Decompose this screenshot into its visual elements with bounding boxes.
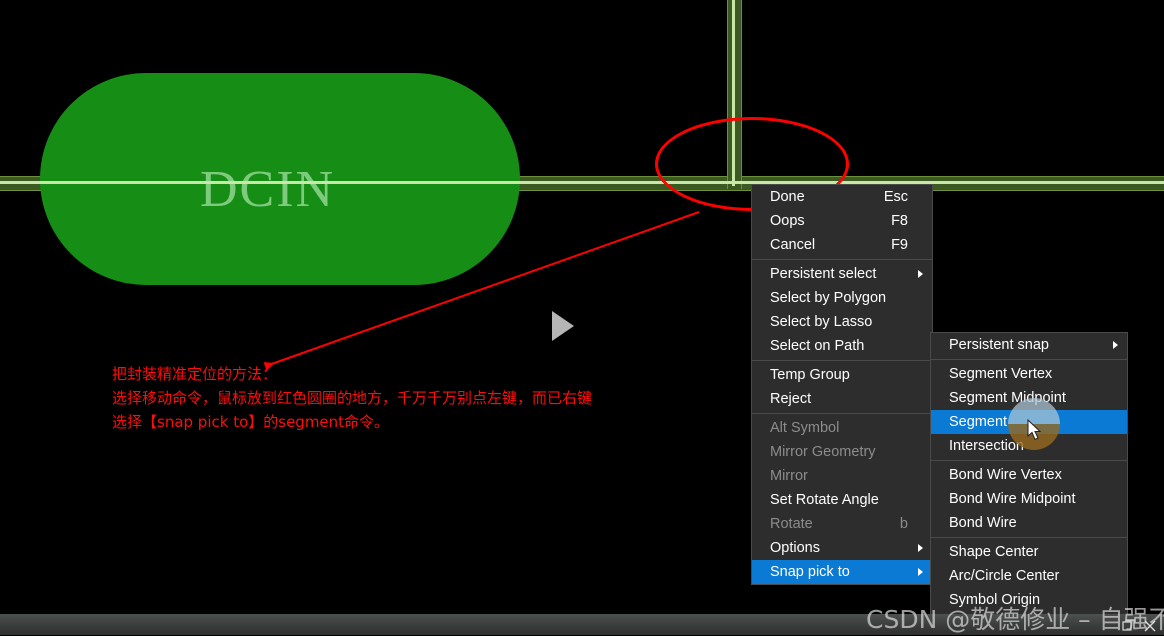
menu-item-label: Segment <box>949 414 1008 430</box>
menu-item-label: Cancel <box>770 237 816 253</box>
menu-item-label: Select by Lasso <box>770 314 873 330</box>
snap-item-persistent-snap[interactable]: Persistent snap <box>931 333 1127 357</box>
menu-item-label: Bond Wire <box>949 515 1017 531</box>
menu-separator <box>931 460 1127 461</box>
menu-item-select-on-path[interactable]: Select on Path <box>752 334 932 358</box>
pad-label: DCIN <box>200 161 336 218</box>
menu-item-label: Shape Center <box>949 544 1039 560</box>
menu-item-mirror: Mirror <box>752 464 932 488</box>
chinese-annotation-text: 把封装精准定位的方法： 选择移动命令，鼠标放到红色圆圈的地方，千万千万别点左键，… <box>112 365 593 431</box>
mouse-cursor-icon <box>1027 419 1042 441</box>
menu-item-label: Options <box>770 540 820 556</box>
menu-separator <box>931 359 1127 360</box>
menu-item-label: Select by Polygon <box>770 290 887 306</box>
menu-item-persistent-select[interactable]: Persistent select <box>752 262 932 286</box>
cad-canvas[interactable]: DCIN 把封装精准定位的方法： 选择移动命令，鼠标放到红色圆圈的地方，千万千万… <box>0 0 1164 614</box>
menu-item-done[interactable]: Done Esc <box>752 185 932 209</box>
menu-separator <box>752 360 932 361</box>
menu-separator <box>752 259 932 260</box>
menu-item-label: Arc/Circle Center <box>949 568 1060 584</box>
menu-item-label: Rotate <box>770 516 813 532</box>
menu-item-label: Set Rotate Angle <box>770 492 879 508</box>
menu-item-shortcut: Esc <box>883 189 908 205</box>
snap-item-bond-wire-vertex[interactable]: Bond Wire Vertex <box>931 463 1127 487</box>
menu-item-label: Reject <box>770 391 812 407</box>
context-menu-main[interactable]: Done Esc Oops F8 Cancel F9 Persistent select Se… <box>751 184 933 585</box>
menu-item-options[interactable]: Options <box>752 536 932 560</box>
snap-item-segment-vertex[interactable]: Segment Vertex <box>931 362 1127 386</box>
menu-item-label: Bond Wire Midpoint <box>949 491 1076 507</box>
menu-item-label: Persistent select <box>770 266 877 282</box>
snap-item-shape-center[interactable]: Shape Center <box>931 540 1127 564</box>
menu-item-shortcut: b <box>899 516 908 532</box>
menu-item-select-by-lasso[interactable]: Select by Lasso <box>752 310 932 334</box>
horizontal-trace-center <box>0 181 1164 184</box>
menu-item-label: Bond Wire Vertex <box>949 467 1062 483</box>
menu-item-alt-symbol: Alt Symbol <box>752 416 932 440</box>
menu-item-rotate: Rotate b <box>752 512 932 536</box>
menu-item-label: Mirror <box>770 468 808 484</box>
menu-item-label: Snap pick to <box>770 564 850 580</box>
menu-item-mirror-geometry: Mirror Geometry <box>752 440 932 464</box>
menu-separator <box>931 537 1127 538</box>
menu-item-shortcut: F8 <box>891 213 908 229</box>
menu-separator <box>752 413 932 414</box>
play-triangle-icon <box>552 311 574 341</box>
menu-item-label: Temp Group <box>770 367 850 383</box>
menu-item-set-rotate-angle[interactable]: Set Rotate Angle <box>752 488 932 512</box>
menu-item-shortcut: F9 <box>891 237 908 253</box>
window-controls-corner[interactable] <box>1115 613 1161 635</box>
menu-item-temp-group[interactable]: Temp Group <box>752 363 932 387</box>
snap-item-arc-circle-center[interactable]: Arc/Circle Center <box>931 564 1127 588</box>
menu-item-reject[interactable]: Reject <box>752 387 932 411</box>
menu-item-label: Alt Symbol <box>770 420 840 436</box>
menu-item-label: Select on Path <box>770 338 865 354</box>
menu-item-label: Segment Vertex <box>949 366 1053 382</box>
menu-item-cancel[interactable]: Cancel F9 <box>752 233 932 257</box>
menu-item-label: Mirror Geometry <box>770 444 876 460</box>
menu-item-label: Persistent snap <box>949 337 1049 353</box>
menu-item-snap-pick-to[interactable]: Snap pick to <box>752 560 932 584</box>
menu-item-label: Oops <box>770 213 805 229</box>
snap-item-bond-wire-midpoint[interactable]: Bond Wire Midpoint <box>931 487 1127 511</box>
context-menu-snap-pick-to[interactable]: Persistent snapSegment VertexSegment Mid… <box>930 332 1128 614</box>
menu-item-oops[interactable]: Oops F8 <box>752 209 932 233</box>
menu-item-select-by-polygon[interactable]: Select by Polygon <box>752 286 932 310</box>
menu-item-label: Done <box>770 189 805 205</box>
snap-item-bond-wire[interactable]: Bond Wire <box>931 511 1127 535</box>
